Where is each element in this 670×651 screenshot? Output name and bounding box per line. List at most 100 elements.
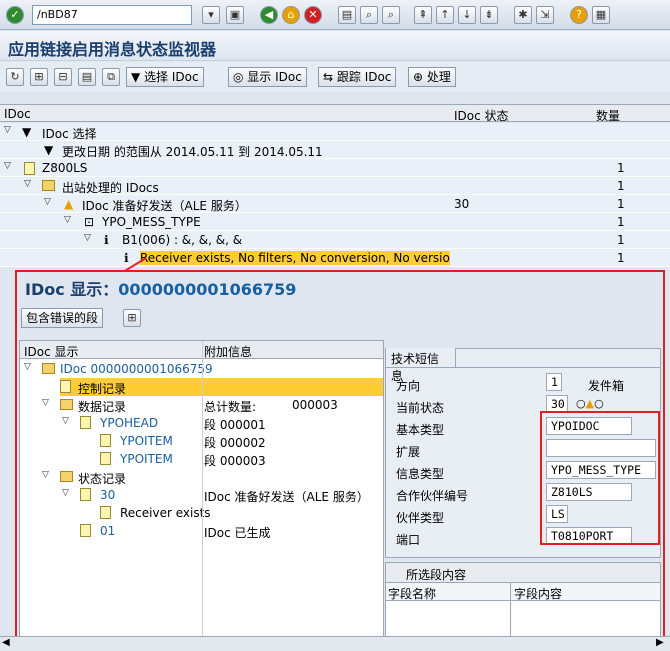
- message-type-label: 信息类型: [396, 467, 445, 481]
- tab-tech-info[interactable]: 技术短信息: [386, 348, 456, 383]
- tree-expand-icon[interactable]: ▽: [24, 362, 31, 372]
- row-label: Z800LS: [42, 161, 88, 175]
- document-icon: [80, 416, 91, 429]
- tree-col-display: IDoc 显示: [24, 345, 79, 359]
- back-icon[interactable]: ◀: [260, 6, 278, 24]
- new-session-icon[interactable]: ✱: [514, 6, 532, 24]
- collapse-icon[interactable]: ⊟: [54, 68, 72, 86]
- tree-node-label: 01: [100, 524, 116, 538]
- previous-page-icon[interactable]: ↑: [436, 6, 454, 24]
- row-label: YPO_MESS_TYPE: [102, 215, 201, 229]
- tree-expand-icon[interactable]: ▽: [62, 488, 69, 498]
- expand-icon[interactable]: ⊞: [30, 68, 48, 86]
- row-label: IDoc 选择: [42, 127, 97, 141]
- filter-icon: ▼: [22, 125, 32, 139]
- tree-node-info: 总计数量:: [204, 400, 257, 414]
- tree-node-label: YPOITEM: [120, 434, 173, 448]
- find-icon[interactable]: ⌕: [360, 6, 378, 24]
- tree-node-label: IDoc 0000000001066759: [60, 362, 213, 376]
- print-icon[interactable]: ▤: [338, 6, 356, 24]
- tree-expand-icon[interactable]: ▽: [4, 161, 11, 171]
- tech-info-panel: 技术短信息 方向 1 发件箱 当前状态 30 ○▲○ 基本类型 YPOIDOC …: [385, 348, 661, 558]
- row-count: 1: [617, 215, 625, 229]
- grid-row[interactable]: ▽ ℹ B1(006) : &, &, &, & 1: [0, 231, 670, 249]
- document-icon: [100, 434, 111, 447]
- refresh-icon[interactable]: ↻: [6, 68, 24, 86]
- tree-node-info: 段 000002: [204, 436, 266, 450]
- shortcut-icon[interactable]: ⇲: [536, 6, 554, 24]
- row-count: 1: [617, 179, 625, 193]
- last-page-icon[interactable]: ⇟: [480, 6, 498, 24]
- tree-node-label: 数据记录: [78, 400, 127, 414]
- tree-expand-icon[interactable]: ▽: [64, 215, 71, 225]
- structure-icon[interactable]: ⊞: [123, 309, 141, 327]
- message-type-icon: ⊡: [84, 215, 95, 229]
- document-icon: [100, 452, 111, 465]
- next-page-icon[interactable]: ↓: [458, 6, 476, 24]
- grid-row[interactable]: ▽ ⊡ YPO_MESS_TYPE 1: [0, 213, 670, 231]
- tree-col-info: 附加信息: [204, 345, 253, 359]
- row-label: B1(006) : &, &, &, &: [122, 233, 243, 247]
- grid-row[interactable]: ▽ Z800LS 1: [0, 159, 670, 177]
- tree-node-info: IDoc 已生成: [204, 526, 271, 540]
- col-idoc[interactable]: IDoc: [4, 107, 31, 121]
- show-idoc-button[interactable]: ◎ 显示 IDoc: [228, 67, 307, 87]
- page-title: 应用链接启用消息状态监视器: [0, 31, 670, 61]
- trace-idoc-button[interactable]: ⇆ 跟踪 IDoc: [318, 67, 397, 87]
- tree-node-info: IDoc 准备好发送（ALE 服务）: [204, 490, 369, 504]
- tree-node-label: YPOITEM: [120, 452, 173, 466]
- tree-node-selected[interactable]: 控制记录: [60, 378, 383, 396]
- tree-expand-icon[interactable]: ▽: [24, 179, 31, 189]
- grid-row[interactable]: ▼ 更改日期 的范围从 2014.05.11 到 2014.05.11: [0, 141, 670, 159]
- document-icon: [100, 506, 111, 519]
- segment-col-field-name: 字段名称: [388, 587, 437, 601]
- error-segments-button[interactable]: 包含错误的段: [21, 308, 104, 328]
- grid-row[interactable]: ▽ ▼ IDoc 选择: [0, 123, 670, 141]
- warning-triangle-icon: ▲: [64, 197, 74, 211]
- tree-expand-icon[interactable]: ▽: [42, 398, 49, 408]
- enter-check-icon[interactable]: ✓: [6, 6, 24, 24]
- select-idoc-button[interactable]: ▼ 选择 IDoc: [126, 67, 204, 87]
- tree-expand-icon[interactable]: ▽: [62, 416, 69, 426]
- scroll-right-icon[interactable]: ▶: [656, 637, 664, 648]
- folder-icon: [60, 471, 73, 482]
- horizontal-scrollbar[interactable]: ◀ ▶: [0, 636, 670, 651]
- port-label: 端口: [396, 533, 421, 547]
- tree-expand-icon[interactable]: ▽: [42, 470, 49, 480]
- grid-row[interactable]: ▽ ▲ IDoc 准备好发送（ALE 服务） 30 1: [0, 195, 670, 213]
- tree-expand-icon[interactable]: ▽: [84, 233, 91, 243]
- direction-field[interactable]: 1: [546, 373, 562, 391]
- help-icon[interactable]: ?: [570, 6, 588, 24]
- partner-no-label: 合作伙伴编号: [396, 489, 469, 503]
- scroll-left-icon[interactable]: ◀: [2, 637, 10, 648]
- row-count: 1: [617, 197, 625, 211]
- folder-icon: [60, 399, 73, 410]
- display-icon[interactable]: ▤: [78, 68, 96, 86]
- col-count[interactable]: 数量: [596, 107, 620, 124]
- exit-icon[interactable]: ⌂: [282, 6, 300, 24]
- dropdown-icon[interactable]: ▾: [202, 6, 220, 24]
- row-label: IDoc 准备好发送（ALE 服务）: [82, 199, 247, 213]
- outbound-icon: [42, 180, 55, 191]
- tree-expand-icon[interactable]: ▽: [44, 197, 51, 207]
- glasses-icon: ◎: [233, 70, 248, 84]
- tree-expand-icon[interactable]: ▽: [4, 125, 11, 135]
- save-icon[interactable]: ▣: [226, 6, 244, 24]
- execute-icon: ⊕: [413, 70, 427, 84]
- command-field[interactable]: /nBD87: [32, 5, 192, 25]
- process-button[interactable]: ⊕ 处理: [408, 67, 456, 87]
- direction-text: 发件箱: [588, 379, 625, 393]
- copy-icon[interactable]: ⧉: [102, 68, 120, 86]
- extension-label: 扩展: [396, 445, 421, 459]
- tree-node-label: 30: [100, 488, 116, 502]
- first-page-icon[interactable]: ⇞: [414, 6, 432, 24]
- col-status[interactable]: IDoc 状态: [454, 107, 509, 124]
- row-label: Receiver exists, No filters, No conversi…: [140, 251, 450, 265]
- status-label: 当前状态: [396, 401, 445, 415]
- filter-icon: ▼: [44, 143, 54, 157]
- cancel-icon[interactable]: ✕: [304, 6, 322, 24]
- find-next-icon[interactable]: ⌕: [382, 6, 400, 24]
- grid-header: IDoc IDoc 状态 数量: [0, 104, 670, 124]
- layout-icon[interactable]: ▦: [592, 6, 610, 24]
- grid-row[interactable]: ▽ 出站处理的 IDocs 1: [0, 177, 670, 195]
